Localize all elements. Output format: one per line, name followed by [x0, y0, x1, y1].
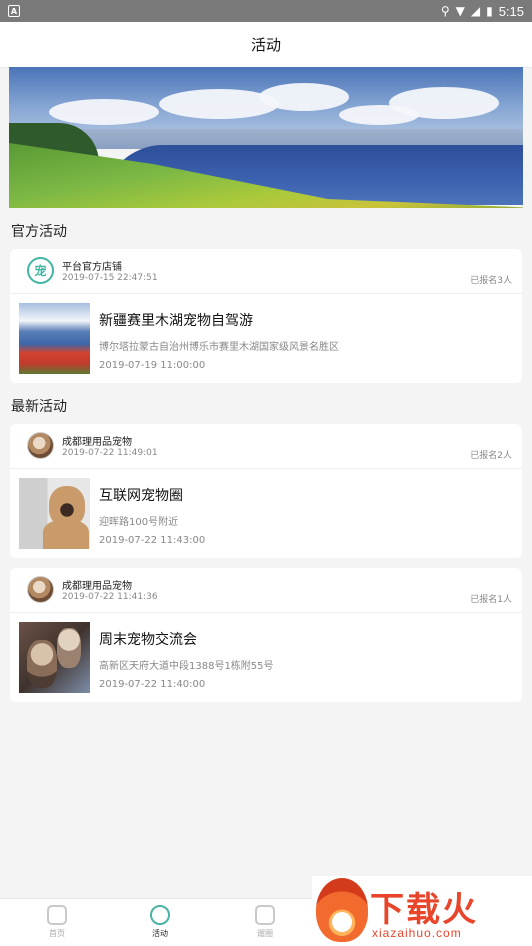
tab-label: 遛圈 — [257, 929, 273, 938]
latest-activity-card[interactable]: 成都理用品宠物 2019-07-22 11:49:01 已报名2人 互联网宠物圈… — [10, 424, 522, 558]
app-bar: 活动 — [0, 22, 532, 68]
tab-home[interactable]: 首页 — [27, 905, 87, 939]
latest-activity-card[interactable]: 成都理用品宠物 2019-07-22 11:41:36 已报名1人 周末宠物交流… — [10, 568, 522, 702]
tab-label: 首页 — [49, 929, 65, 938]
activity-time: 2019-07-22 11:43:00 — [99, 535, 206, 546]
banner-image[interactable] — [9, 67, 523, 208]
activity-time: 2019-07-22 11:40:00 — [99, 679, 206, 690]
post-time: 2019-07-15 22:47:51 — [62, 273, 158, 283]
signup-count: 已报名2人 — [470, 451, 512, 461]
basketball-icon — [150, 905, 170, 925]
tab-walk[interactable]: 遛圈 — [235, 905, 295, 939]
activity-title: 新疆赛里木湖宠物自驾游 — [99, 313, 253, 329]
activity-thumbnail — [19, 303, 90, 374]
activity-title: 互联网宠物圈 — [99, 488, 183, 504]
signup-count: 已报名3人 — [470, 276, 512, 286]
page-title: 活动 — [250, 36, 281, 54]
section-title-official: 官方活动 — [11, 224, 67, 240]
watermark-text: 下载火 — [370, 890, 478, 930]
battery-icon: ▮ — [486, 4, 493, 18]
card-header: 宠 平台官方店铺 2019-07-15 22:47:51 已报名3人 — [10, 249, 522, 294]
shop-name: 平台官方店铺 — [62, 262, 122, 273]
card-header: 成都理用品宠物 2019-07-22 11:49:01 已报名2人 — [10, 424, 522, 469]
card-header: 成都理用品宠物 2019-07-22 11:41:36 已报名1人 — [10, 568, 522, 613]
watermark-logo: 下载火 xiazaihuo.com — [312, 876, 532, 946]
circle-icon — [255, 905, 275, 925]
location-icon: ⚲ — [440, 4, 450, 18]
home-icon — [47, 905, 67, 925]
wifi-icon: ▼ — [455, 4, 465, 18]
activity-time: 2019-07-19 11:00:00 — [99, 360, 206, 371]
shop-name: 成都理用品宠物 — [62, 581, 132, 592]
activity-thumbnail — [19, 478, 90, 549]
official-activity-card[interactable]: 宠 平台官方店铺 2019-07-15 22:47:51 已报名3人 新疆赛里木… — [10, 249, 522, 383]
status-time: 5:15 — [498, 3, 524, 19]
post-time: 2019-07-22 11:41:36 — [62, 592, 158, 602]
watermark-url: xiazaihuo.com — [372, 926, 462, 940]
shop-avatar — [27, 576, 54, 603]
section-title-latest: 最新活动 — [11, 399, 67, 415]
flame-icon — [316, 878, 368, 942]
activity-address: 迎晖路100号附近 — [99, 517, 179, 528]
activity-address: 高新区天府大道中段1388号1栋附55号 — [99, 661, 274, 672]
tab-label: 活动 — [152, 929, 168, 938]
tab-activity[interactable]: 活动 — [130, 905, 190, 939]
activity-address: 博尔塔拉蒙古自治州博乐市赛里木湖国家级风景名胜区 — [99, 342, 339, 353]
app-notification-icon: A — [8, 5, 20, 17]
shop-avatar — [27, 432, 54, 459]
post-time: 2019-07-22 11:49:01 — [62, 448, 158, 458]
activity-thumbnail — [19, 622, 90, 693]
activity-title: 周末宠物交流会 — [99, 632, 197, 648]
signal-icon: ◢ — [470, 4, 481, 18]
shop-name: 成都理用品宠物 — [62, 437, 132, 448]
status-bar: A ⚲ ▼ ◢ ▮ 5:15 — [0, 0, 532, 22]
shop-logo-icon: 宠 — [27, 257, 54, 284]
signup-count: 已报名1人 — [470, 595, 512, 605]
